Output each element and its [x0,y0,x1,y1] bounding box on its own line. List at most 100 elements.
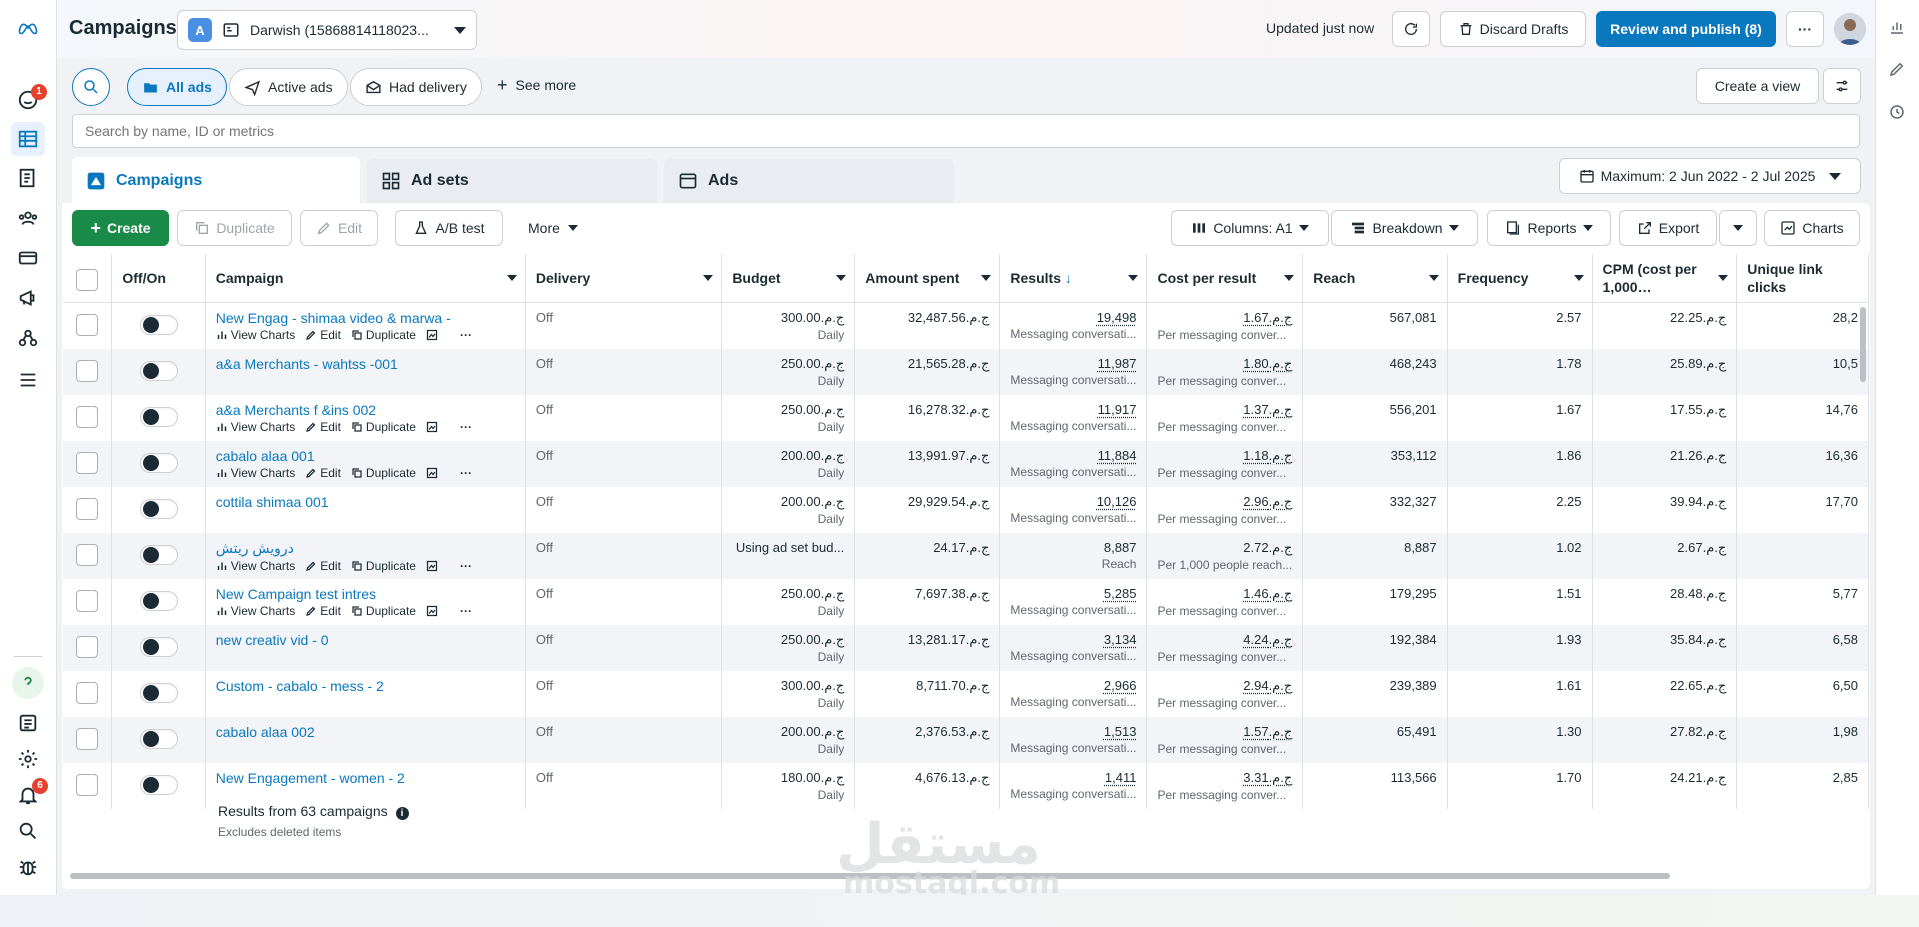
row-select-cell[interactable] [63,302,113,349]
row-toggle-cell[interactable] [111,348,206,395]
row-select-cell[interactable] [63,348,113,395]
column-header-amount-spent[interactable]: Amount spent [854,254,1001,303]
column-header-cost-per-result[interactable]: Cost per result [1146,254,1304,303]
bug-report-icon[interactable] [14,853,42,881]
billing-icon[interactable] [14,244,42,272]
see-more-filters-button[interactable]: + See more [497,76,576,94]
row-more-icon[interactable]: ··· [460,328,472,342]
more-options-button[interactable]: ··· [1786,11,1824,47]
campaign-on-off-toggle[interactable] [139,682,178,703]
campaign-name-link[interactable]: a&a Merchants f &ins 002 [216,402,515,418]
filter-active-ads[interactable]: Active ads [229,68,348,106]
history-clock-icon[interactable] [1886,101,1908,123]
row-checkbox[interactable] [76,405,99,428]
campaign-on-off-toggle[interactable] [139,406,178,427]
table-row[interactable]: cabalo alaa 002 Off ج.م.200.00 Daily ج.م.… [63,716,1869,763]
campaign-name-link[interactable]: cabalo alaa 002 [216,724,515,740]
meta-logo-icon[interactable] [12,14,44,42]
row-preview-link[interactable] [426,605,438,617]
budget-cell[interactable]: ج.م.250.00 Daily [721,394,856,441]
campaign-on-off-toggle[interactable] [139,360,178,381]
view-charts-link[interactable]: View Charts [216,466,295,480]
select-all-header[interactable] [63,254,113,303]
row-select-cell[interactable] [63,624,113,671]
campaign-on-off-toggle[interactable] [139,544,178,565]
avatar[interactable] [1834,13,1866,45]
select-all-checkbox[interactable] [76,269,99,291]
campaign-name-link[interactable]: New Engag - shimaa video & marwa - [216,310,515,326]
campaign-name-link[interactable]: New Campaign test intres [216,586,515,602]
budget-cell[interactable]: ج.م.300.00 Daily [721,302,856,349]
row-checkbox[interactable] [76,589,99,612]
row-more-icon[interactable]: ··· [460,466,472,480]
filter-had-delivery[interactable]: Had delivery [350,68,482,106]
campaign-name-link[interactable]: new creativ vid - 0 [216,632,515,648]
review-publish-button[interactable]: Review and publish (8) [1596,11,1776,47]
table-row[interactable]: درويش ريتش View Charts Edit Duplicate ··… [63,532,1869,579]
row-checkbox[interactable] [76,773,99,796]
export-options-dropdown[interactable] [1719,210,1757,246]
row-select-cell[interactable] [63,578,113,625]
duplicate-button[interactable]: Duplicate [177,210,292,246]
tab-campaigns[interactable]: Campaigns [72,157,360,205]
budget-cell[interactable]: ج.م.200.00 Daily [721,440,856,487]
row-edit-link[interactable]: Edit [305,466,341,480]
row-checkbox[interactable] [76,451,99,474]
pencil-icon[interactable] [1886,58,1908,80]
campaign-name-link[interactable]: Custom - cabalo - mess - 2 [216,678,515,694]
discard-drafts-button[interactable]: Discard Drafts [1440,11,1586,47]
pages-icon[interactable] [14,709,42,737]
row-toggle-cell[interactable] [111,486,206,533]
column-header-reach[interactable]: Reach [1302,254,1448,303]
row-preview-link[interactable] [426,329,438,341]
view-charts-link[interactable]: View Charts [216,559,295,573]
row-preview-link[interactable] [426,421,438,433]
settings-gear-icon[interactable] [14,745,42,773]
campaign-name-link[interactable]: درويش ريتش [216,540,515,557]
column-header-delivery[interactable]: Delivery [525,254,723,303]
row-checkbox[interactable] [76,727,99,750]
table-row[interactable]: a&a Merchants f &ins 002 View Charts Edi… [63,394,1869,441]
business-settings-icon[interactable] [14,324,42,352]
row-toggle-cell[interactable] [111,762,206,809]
row-toggle-cell[interactable] [111,440,206,487]
row-edit-link[interactable]: Edit [305,328,341,342]
budget-cell[interactable]: ج.م.300.00 Daily [721,670,856,717]
ad-account-selector[interactable]: A Darwish (15868814118023... [177,10,477,50]
row-more-icon[interactable]: ··· [460,604,472,618]
breakdown-dropdown[interactable]: Breakdown [1331,210,1478,246]
date-range-picker[interactable]: Maximum: 2 Jun 2022 - 2 Jul 2025 [1559,158,1861,194]
row-more-icon[interactable]: ··· [460,420,472,434]
campaign-on-off-toggle[interactable] [139,590,178,611]
row-duplicate-link[interactable]: Duplicate [351,559,416,573]
view-charts-link[interactable]: View Charts [216,328,295,342]
row-select-cell[interactable] [63,762,113,809]
row-select-cell[interactable] [63,532,113,579]
bar-chart-icon[interactable] [1886,16,1908,38]
row-toggle-cell[interactable] [111,532,206,579]
row-checkbox[interactable] [76,681,99,704]
budget-cell[interactable]: ج.م.250.00 Daily [721,578,856,625]
column-header-budget[interactable]: Budget [721,254,856,303]
info-icon[interactable]: i [395,807,409,820]
budget-cell[interactable]: ج.م.200.00 Daily [721,486,856,533]
budget-cell[interactable]: ج.م.180.00 Daily [721,762,856,809]
table-row[interactable]: New Engagement - women - 2 Off ج.م.180.0… [63,762,1869,809]
columns-dropdown[interactable]: Columns: A1 [1171,210,1329,246]
row-duplicate-link[interactable]: Duplicate [351,328,416,342]
reports-icon[interactable] [14,164,42,192]
row-checkbox[interactable] [76,635,99,658]
column-header-campaign[interactable]: Campaign [205,254,526,303]
vertical-scrollbar[interactable] [1860,307,1866,382]
column-header-results[interactable]: Results ↓ [999,254,1148,303]
help-icon[interactable] [12,667,44,699]
campaign-on-off-toggle[interactable] [139,636,178,657]
row-toggle-cell[interactable] [111,716,206,763]
campaign-on-off-toggle[interactable] [139,498,178,519]
create-view-button[interactable]: Create a view [1696,68,1819,104]
column-header-offon[interactable]: Off/On [111,254,206,303]
row-more-icon[interactable]: ··· [460,559,472,573]
row-select-cell[interactable] [63,716,113,763]
budget-cell[interactable]: ج.م.250.00 Daily [721,624,856,671]
row-edit-link[interactable]: Edit [305,559,341,573]
